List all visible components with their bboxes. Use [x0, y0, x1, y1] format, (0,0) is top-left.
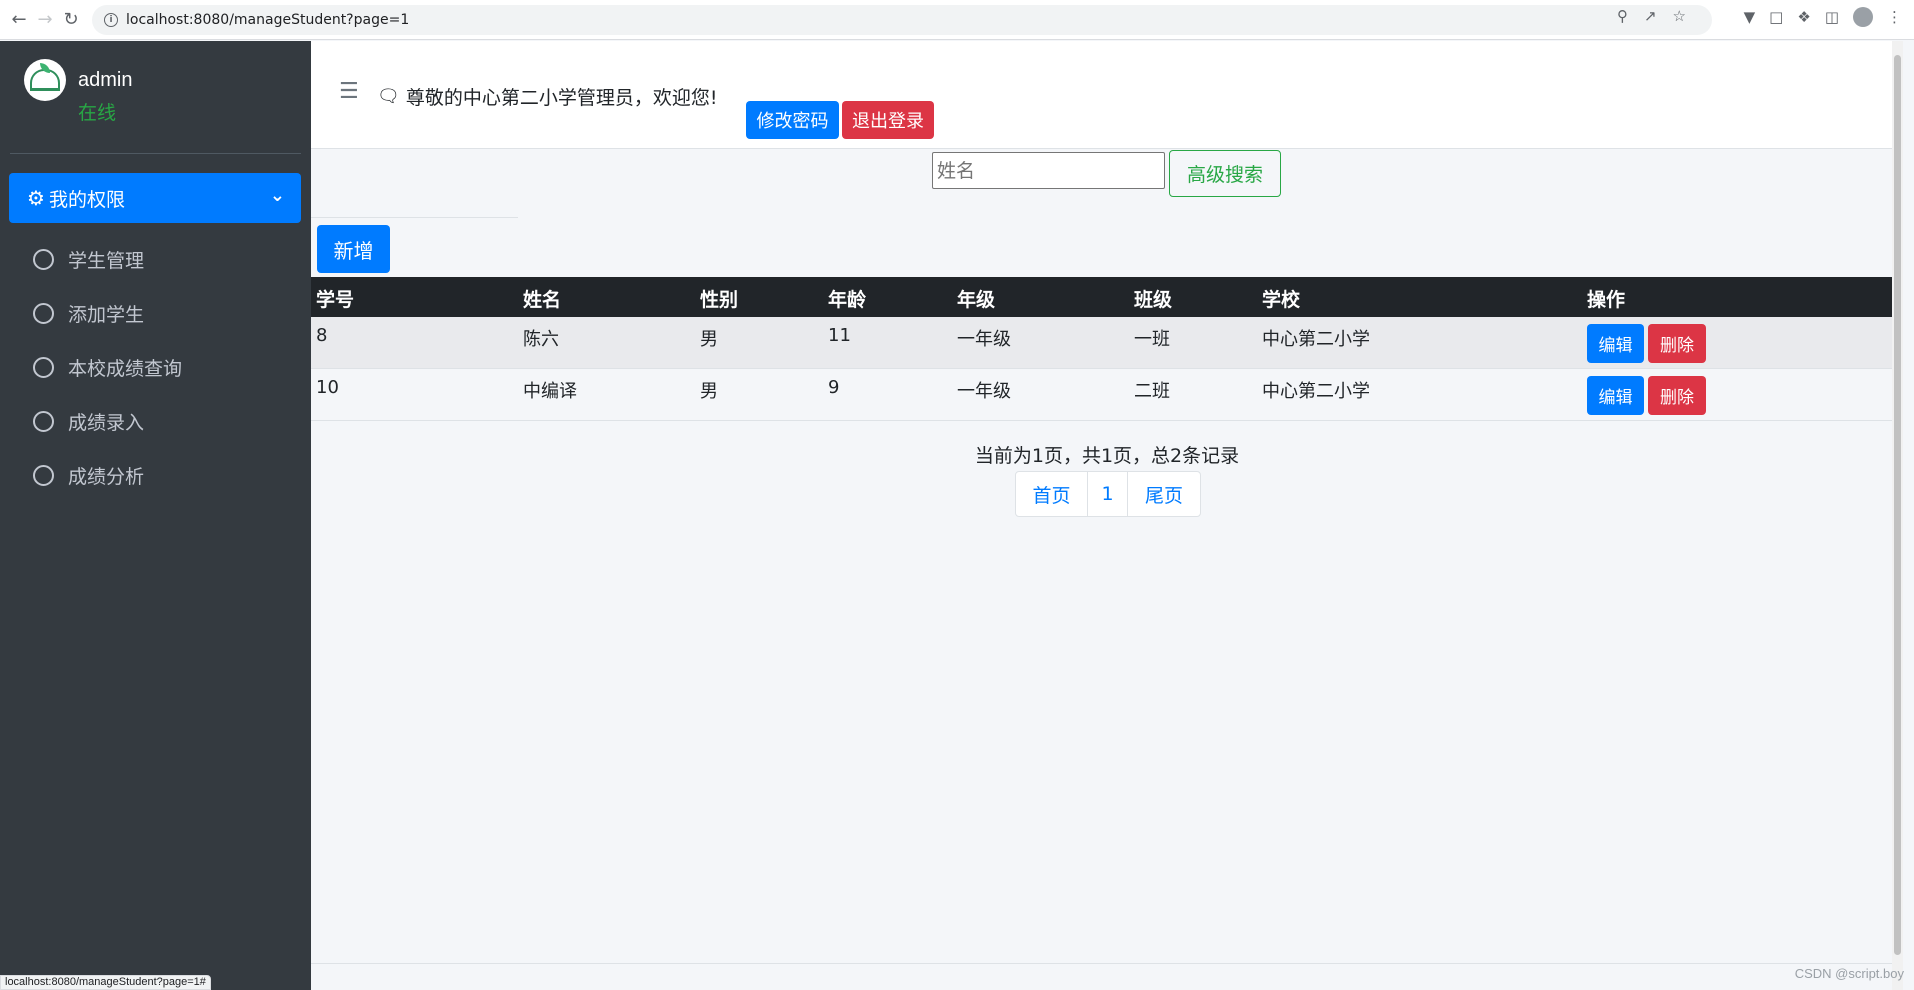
cell-gender: 男 [700, 329, 718, 350]
more-menu-icon[interactable]: ⋮ [1887, 8, 1902, 26]
address-url: localhost:8080/manageStudent?page=1 [126, 11, 410, 28]
scroll-thumb[interactable] [1894, 55, 1901, 955]
vertical-scrollbar[interactable] [1892, 41, 1903, 990]
cell-grade: 一年级 [957, 329, 1011, 350]
first-page-link[interactable]: 首页 [1016, 472, 1088, 516]
cell-age: 9 [828, 377, 840, 398]
top-navbar: ☰ 🗨 尊敬的中心第二小学管理员，欢迎您! 修改密码 退出登录 [311, 41, 1903, 149]
pagination: 首页 1 尾页 [1015, 471, 1201, 517]
address-bar-actions: ⚲ ↗ ☆ [1617, 7, 1686, 25]
puzzle-icon[interactable]: ❖ [1797, 8, 1810, 26]
sidebar-item-add-student[interactable]: 添加学生 [0, 286, 311, 340]
sidebar-item-label: 本校成绩查询 [68, 357, 183, 380]
bookmark-star-icon[interactable]: ☆ [1673, 7, 1686, 25]
circle-icon [33, 410, 54, 432]
cell-id: 10 [316, 377, 339, 398]
sidebar-item-score-query[interactable]: 本校成绩查询 [0, 340, 311, 394]
pagination-info: 当前为1页，共1页，总2条记录 [974, 445, 1240, 467]
cell-school: 中心第二小学 [1262, 381, 1370, 402]
edit-button[interactable]: 编辑 [1587, 376, 1644, 415]
browser-toolbar: ← → ↻ i localhost:8080/manageStudent?pag… [0, 0, 1914, 40]
column-header: 学校 [1262, 289, 1301, 311]
welcome-text: 尊敬的中心第二小学管理员，欢迎您! [405, 87, 718, 109]
cell-name: 陈六 [523, 329, 559, 350]
site-info-icon[interactable]: i [104, 12, 118, 27]
back-arrow-icon[interactable]: ← [6, 7, 32, 33]
logout-button[interactable]: 退出登录 [842, 101, 934, 139]
circle-icon [33, 356, 54, 378]
chat-bubble-icon: 🗨 [377, 86, 400, 107]
name-search-input[interactable] [932, 152, 1165, 189]
sidebar: admin 在线 ⚙ 我的权限 ⌄ 学生管理 添加学生 本校成绩查询 成绩录入 … [0, 41, 311, 990]
table-row: 8 陈六 男 11 一年级 一班 中心第二小学 编辑 删除 [311, 317, 1903, 369]
gear-icon: ⚙ [27, 186, 45, 210]
cell-gender: 男 [700, 381, 718, 402]
menu-my-permissions[interactable]: ⚙ 我的权限 ⌄ [9, 173, 301, 223]
sidebar-item-label: 成绩录入 [68, 411, 145, 434]
footer-divider [311, 963, 1903, 964]
hamburger-menu-icon[interactable]: ☰ [339, 79, 359, 104]
extension-toolbar: ▼ □ ❖ ◫ ⋮ [1744, 7, 1902, 27]
column-header: 性别 [700, 289, 739, 311]
menu-list: 学生管理 添加学生 本校成绩查询 成绩录入 成绩分析 [0, 232, 311, 502]
sidebar-item-label: 学生管理 [68, 249, 145, 272]
extension-icon[interactable]: □ [1769, 8, 1783, 26]
delete-button[interactable]: 删除 [1648, 324, 1706, 363]
school-logo [24, 59, 66, 101]
main-content: ☰ 🗨 尊敬的中心第二小学管理员，欢迎您! 修改密码 退出登录 高级搜索 新增 … [311, 41, 1903, 990]
user-panel: admin 在线 [10, 41, 301, 154]
cell-school: 中心第二小学 [1262, 329, 1370, 350]
delete-button[interactable]: 删除 [1648, 376, 1706, 415]
edit-button[interactable]: 编辑 [1587, 324, 1644, 363]
column-header: 年龄 [828, 289, 867, 311]
circle-icon [33, 302, 54, 324]
sidebar-item-score-entry[interactable]: 成绩录入 [0, 394, 311, 448]
cell-grade: 一年级 [957, 381, 1011, 402]
sidebar-item-label: 添加学生 [68, 303, 145, 326]
forward-arrow-icon[interactable]: → [32, 7, 58, 33]
user-name: admin [78, 69, 133, 91]
column-header: 姓名 [523, 289, 562, 311]
profile-avatar[interactable] [1853, 7, 1873, 27]
cell-id: 8 [316, 325, 328, 346]
circle-icon [33, 464, 54, 486]
circle-icon [33, 248, 54, 270]
menu-title: 我的权限 [48, 188, 125, 211]
watermark: CSDN @script.boy [1794, 966, 1904, 981]
zoom-icon[interactable]: ⚲ [1617, 7, 1628, 25]
address-bar[interactable]: i localhost:8080/manageStudent?page=1 [92, 4, 1712, 35]
status-bar-url: localhost:8080/manageStudent?page=1# [0, 975, 211, 990]
table-header: 学号 姓名 性别 年龄 年级 班级 学校 操作 [311, 277, 1903, 317]
chevron-down-icon: ⌄ [269, 185, 285, 206]
sidebar-item-student-management[interactable]: 学生管理 [0, 232, 311, 286]
table-row: 10 中编译 男 9 一年级 二班 中心第二小学 编辑 删除 [311, 369, 1903, 421]
column-header: 学号 [316, 289, 355, 311]
add-button[interactable]: 新增 [317, 225, 390, 273]
side-panel-icon[interactable]: ◫ [1825, 8, 1839, 26]
sidebar-item-label: 成绩分析 [68, 465, 145, 488]
user-status: 在线 [78, 102, 117, 124]
column-header: 年级 [957, 289, 996, 311]
advanced-search-button[interactable]: 高级搜索 [1169, 150, 1281, 197]
cell-class: 一班 [1134, 329, 1170, 350]
last-page-link[interactable]: 尾页 [1128, 472, 1200, 516]
cell-class: 二班 [1134, 381, 1170, 402]
column-header: 班级 [1134, 289, 1173, 311]
book-icon [30, 69, 60, 91]
cell-age: 11 [828, 325, 851, 346]
student-table: 学号 姓名 性别 年龄 年级 班级 学校 操作 8 陈六 男 11 一年级 一班… [311, 277, 1903, 421]
share-icon[interactable]: ↗ [1644, 7, 1657, 25]
cell-name: 中编译 [523, 381, 577, 402]
reload-icon[interactable]: ↻ [58, 7, 84, 33]
vue-extension-icon[interactable]: ▼ [1744, 8, 1756, 26]
page-number-link[interactable]: 1 [1088, 472, 1128, 516]
divider [311, 217, 518, 218]
welcome-message: 🗨 尊敬的中心第二小学管理员，欢迎您! [377, 83, 717, 110]
change-password-button[interactable]: 修改密码 [746, 101, 839, 139]
sidebar-item-score-analysis[interactable]: 成绩分析 [0, 448, 311, 502]
column-header: 操作 [1587, 289, 1626, 311]
